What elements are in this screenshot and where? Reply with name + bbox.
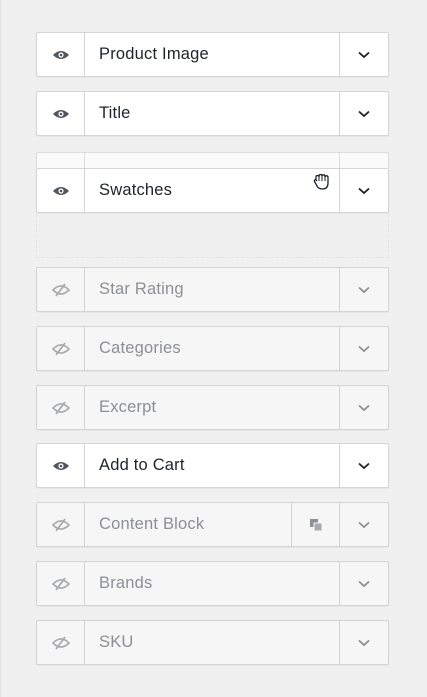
expand-toggle[interactable] xyxy=(339,268,388,311)
expand-toggle[interactable] xyxy=(339,444,388,487)
eye-slash-icon xyxy=(51,400,70,415)
field-row-title[interactable]: Title xyxy=(36,91,389,136)
field-label: Add to Cart xyxy=(99,456,185,474)
chevron-down-icon xyxy=(358,404,370,411)
field-row-swatches[interactable]: Swatches xyxy=(36,168,389,213)
eye-icon xyxy=(52,50,69,59)
expand-toggle[interactable] xyxy=(339,562,388,605)
field-label: Brands xyxy=(99,574,153,592)
expand-toggle[interactable] xyxy=(339,503,388,546)
drag-ghost xyxy=(36,152,389,168)
duplicate-icon xyxy=(309,518,322,531)
field-label: SKU xyxy=(99,633,134,651)
field-row-product-image[interactable]: Product Image xyxy=(36,32,389,77)
eye-icon xyxy=(52,186,69,195)
chevron-down-icon xyxy=(358,462,370,469)
field-label: Star Rating xyxy=(99,280,184,298)
eye-slash-icon xyxy=(51,517,70,532)
eye-slash-icon xyxy=(51,635,70,650)
field-label: Product Image xyxy=(99,45,209,63)
chevron-down-icon xyxy=(358,110,370,117)
field-row-star-rating[interactable]: Star Rating xyxy=(36,267,389,312)
expand-toggle[interactable] xyxy=(339,33,388,76)
expand-toggle[interactable] xyxy=(339,327,388,370)
visibility-toggle[interactable] xyxy=(37,268,85,311)
eye-icon xyxy=(52,461,69,470)
field-row-excerpt[interactable]: Excerpt xyxy=(36,385,389,430)
visibility-toggle[interactable] xyxy=(37,386,85,429)
expand-toggle[interactable] xyxy=(339,386,388,429)
visibility-toggle[interactable] xyxy=(37,327,85,370)
visibility-toggle[interactable] xyxy=(37,33,85,76)
field-row-brands[interactable]: Brands xyxy=(36,561,389,606)
visibility-toggle[interactable] xyxy=(37,169,85,212)
duplicate-button[interactable] xyxy=(291,503,339,546)
expand-toggle[interactable] xyxy=(339,169,388,212)
field-label: Content Block xyxy=(99,515,205,533)
eye-slash-icon xyxy=(51,576,70,591)
field-label: Categories xyxy=(99,339,181,357)
eye-icon xyxy=(52,109,69,118)
field-label: Title xyxy=(99,104,131,122)
field-row-categories[interactable]: Categories xyxy=(36,326,389,371)
visibility-toggle[interactable] xyxy=(37,92,85,135)
field-label: Swatches xyxy=(99,181,173,199)
field-row-content-block[interactable]: Content Block xyxy=(36,502,389,547)
field-row-add-to-cart[interactable]: Add to Cart xyxy=(36,443,389,488)
chevron-down-icon xyxy=(358,51,370,58)
eye-slash-icon xyxy=(51,341,70,356)
visibility-toggle[interactable] xyxy=(37,621,85,664)
chevron-down-icon xyxy=(358,345,370,352)
chevron-down-icon xyxy=(358,187,370,194)
visibility-toggle[interactable] xyxy=(37,562,85,605)
visibility-toggle[interactable] xyxy=(37,444,85,487)
visibility-toggle[interactable] xyxy=(37,503,85,546)
grab-cursor-icon xyxy=(313,173,329,190)
chevron-down-icon xyxy=(358,286,370,293)
eye-slash-icon xyxy=(51,282,70,297)
drop-placeholder xyxy=(36,214,389,258)
field-list-panel: Product Image Title Swatches Star Rating… xyxy=(0,0,427,697)
chevron-down-icon xyxy=(358,639,370,646)
chevron-down-icon xyxy=(358,521,370,528)
field-label: Excerpt xyxy=(99,398,157,416)
field-row-sku[interactable]: SKU xyxy=(36,620,389,665)
chevron-down-icon xyxy=(358,580,370,587)
expand-toggle[interactable] xyxy=(339,92,388,135)
expand-toggle[interactable] xyxy=(339,621,388,664)
